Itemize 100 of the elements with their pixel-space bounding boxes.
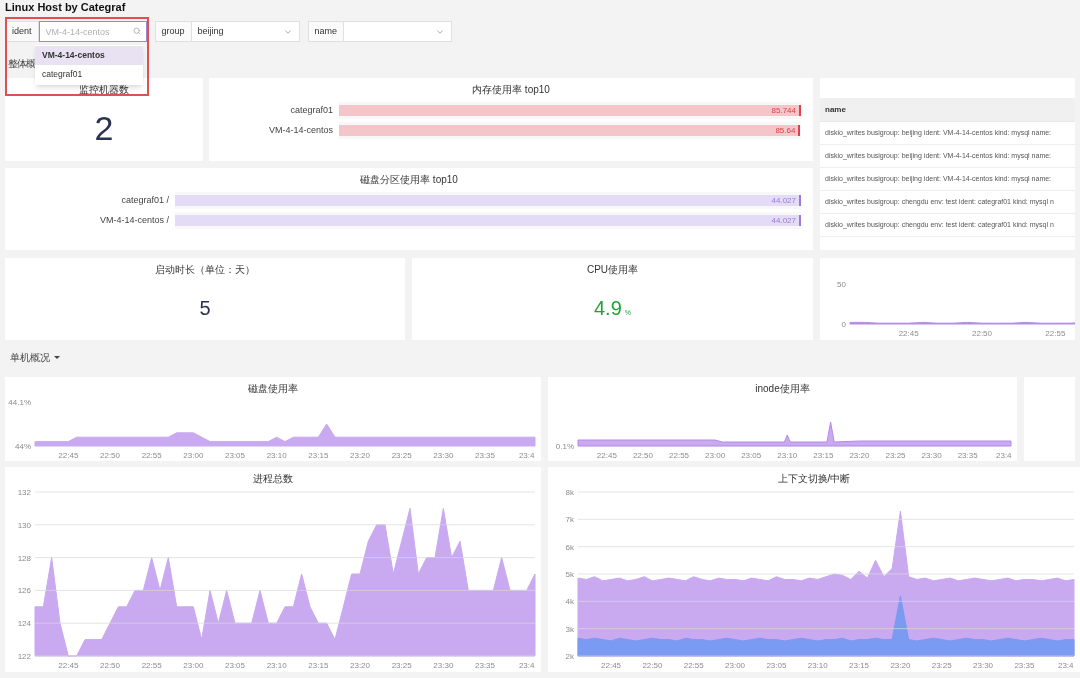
axis-label: 22:50 [642,661,663,670]
axis-label: 23:15 [849,661,870,670]
dropdown-option[interactable]: categraf01 [35,65,143,84]
axis-label: 23:30 [433,661,454,670]
select-field[interactable]: beijing [191,21,300,42]
axis-label: 22:50 [100,451,120,460]
axis-label: 132 [17,488,31,497]
axis-label: 23:30 [433,451,454,460]
bar-label: VM-4-14-centos / [99,213,169,227]
axis-label: 23:10 [266,451,287,460]
bar-label: categraf01 / [121,193,169,207]
axis-label: 23:25 [391,661,412,670]
axis-label: 23:20 [350,451,370,460]
axis-label: 23:00 [183,451,204,460]
bar-value: 85.64 [775,124,797,137]
axis-label: 23:15 [308,661,329,670]
axis-label: 23:20 [350,661,370,670]
dashboard-title: Linux Host by Categraf [5,0,126,14]
stat-value: 2 [94,108,114,149]
axis-label: 23:10 [777,451,798,460]
axis-label: 23:15 [308,451,329,460]
axis-label: 23:4 [1057,661,1074,670]
axis-label: 5k [565,570,574,579]
axis-label: 23:15 [813,451,834,460]
axis-label: 8k [565,488,574,497]
axis-label: 23:25 [391,451,412,460]
axis-label: 22:45 [58,451,79,460]
dropdown-option[interactable]: VM-4-14-centos [35,46,143,65]
bar-label: categraf01 [290,103,333,117]
axis-label: 6k [565,542,574,552]
bar-value: 44.027 [771,194,797,207]
axis-label: 23:4 [518,451,535,460]
axis-label: 23:05 [766,661,787,670]
axis-label: 23:35 [1014,661,1035,670]
axis-label: 23:20 [890,661,911,670]
axis-label: 23:20 [849,451,870,460]
bar-label: VM-4-14-centos [268,123,333,137]
axis-label: 23:10 [266,661,287,670]
axis-label: 22:50 [100,661,120,670]
axis-label: 50 [837,280,846,289]
panel-title: inode使用率 [755,382,810,396]
panel-title: 上下文切换/中断 [777,472,851,486]
axis-label: 23:00 [183,661,204,670]
axis-label: 23:05 [741,451,762,460]
select-field[interactable] [344,21,453,42]
axis-label: 23:30 [973,661,994,670]
stat-value: 5 [199,296,211,321]
axis-label: 122 [17,652,31,661]
axis-label: 7k [565,515,574,525]
panel-title: 磁盘分区使用率 top10 [360,173,458,187]
axis-label: 23:4 [518,661,535,670]
axis-label: 22:50 [632,451,653,460]
axis-label: 23:00 [725,661,746,670]
axis-label: 23:00 [705,451,726,460]
axis-label: 22:55 [683,661,704,670]
axis-label: 22:45 [601,661,622,670]
bar-value: 85.744 [771,104,797,117]
filter-label: ident [5,21,39,42]
bar-value: 44.027 [771,214,797,227]
axis-label: 23:25 [885,451,906,460]
panel-title: 磁盘使用率 [248,382,298,396]
axis-label: 22:55 [141,661,162,670]
axis-label: 3k [565,624,574,634]
axis-label: 23:4 [996,451,1012,460]
panel-title: 进程总数 [253,472,293,486]
axis-label: 23:05 [225,661,245,670]
search-icon [132,27,141,35]
axis-label: 22:55 [669,451,690,460]
axis-label: 23:35 [957,451,978,460]
axis-label: 23:25 [931,661,952,670]
axis-label: 22:55 [1045,329,1066,338]
axis-label: 0 [841,320,846,329]
column-header: name [825,103,846,116]
panel-title: 监控机器数 [79,83,129,97]
section-label: 单机概况 [10,350,50,365]
axis-label: 23:10 [807,661,828,670]
stat-value: 4.9 [593,296,622,321]
axis-label: 126 [17,586,31,596]
search-field[interactable]: VM-4-14-centos [38,21,147,42]
axis-label: 23:35 [475,451,495,460]
axis-label: 44.1% [8,398,31,407]
panel-title: 内存使用率 top10 [472,83,550,97]
axis-label: 23:35 [475,661,495,670]
axis-label: 22:45 [898,329,919,338]
axis-label: 4k [565,597,574,607]
axis-label: 22:55 [141,451,162,460]
axis-label: 124 [17,619,31,629]
axis-label: 22:45 [596,451,617,460]
axis-label: 130 [17,520,31,530]
filter-label: name [307,21,345,42]
axis-label: 23:30 [921,451,942,460]
axis-label: 44% [15,442,31,451]
panel-title: 启动时长（单位：天） [155,263,255,277]
filter-label: group [154,21,192,42]
axis-label: 0.1% [555,442,574,451]
axis-label: 23:05 [225,451,245,460]
axis-label: 128 [17,553,31,563]
axis-label: 22:50 [972,329,992,338]
axis-label: 22:45 [58,661,79,670]
axis-label: 2k [565,652,574,661]
